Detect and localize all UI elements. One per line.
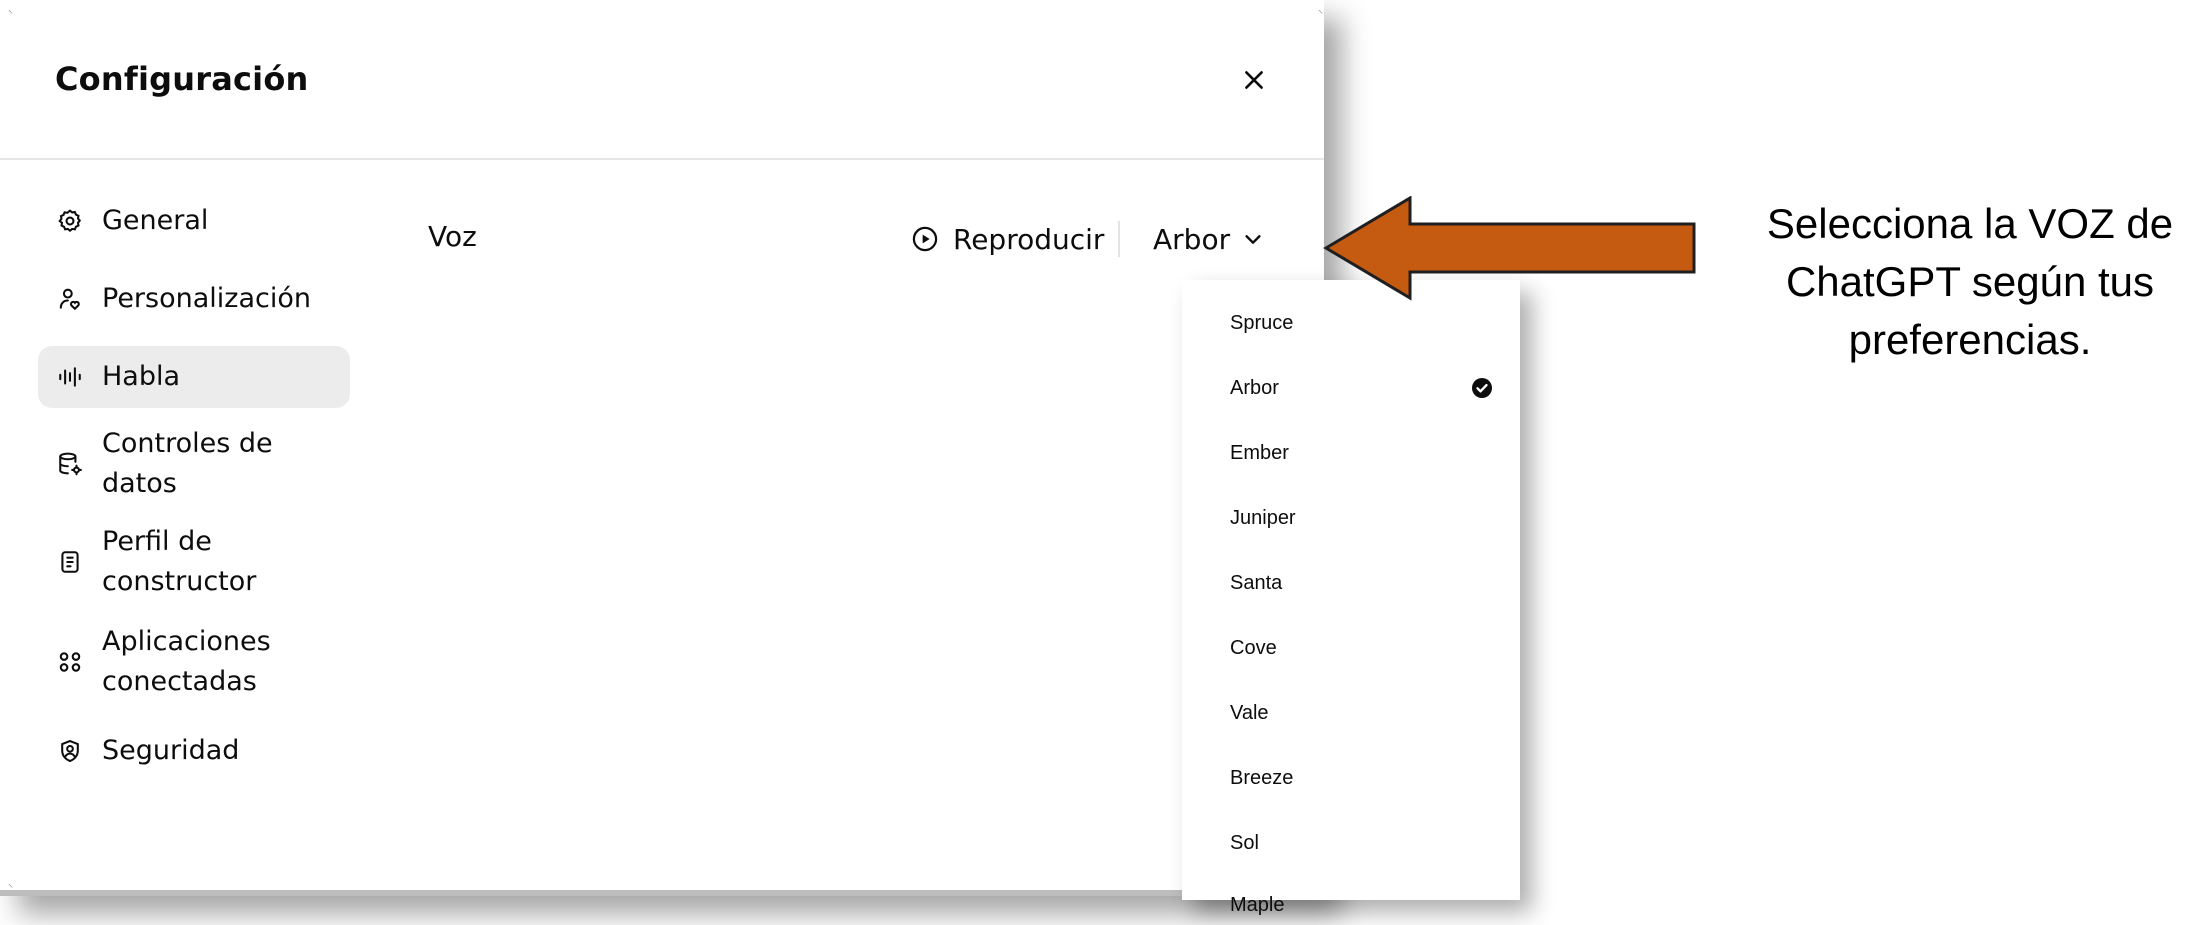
shield-user-icon (56, 737, 84, 765)
voice-option[interactable]: Maple (1230, 885, 1500, 925)
dialog-title: Configuración (55, 60, 309, 98)
sidebar-item-data-controls[interactable]: Controles de datos (38, 424, 350, 504)
play-voice-button[interactable]: Reproducir (911, 215, 1104, 263)
voice-option[interactable]: Santa (1230, 563, 1500, 603)
voice-option[interactable]: Vale (1230, 693, 1500, 733)
voice-option-label: Ember (1230, 441, 1289, 464)
chevron-down-icon (1245, 235, 1261, 244)
check-circle-icon (1472, 378, 1492, 398)
grid-circles-icon (56, 648, 84, 676)
label-line: constructor (102, 566, 257, 597)
settings-dialog: Configuración General Personalización Ha… (0, 0, 1324, 896)
close-icon (1245, 71, 1263, 89)
sidebar-item-label: Perfil de constructor (102, 522, 256, 602)
voice-option[interactable]: Spruce (1230, 303, 1500, 343)
dialog-header: Configuración (0, 0, 1324, 160)
sidebar-item-label: Habla (102, 361, 181, 392)
voice-label: Voz (428, 220, 477, 253)
play-voice-label: Reproducir (953, 222, 1105, 256)
voice-option-label: Sol (1230, 831, 1259, 854)
voice-option-label: Santa (1230, 571, 1283, 594)
divider (1118, 221, 1120, 257)
sidebar-item-speech[interactable]: Habla (38, 346, 350, 408)
voice-dropdown-menu: Spruce Arbor Ember Juniper Santa Cove Va… (1182, 280, 1520, 916)
voice-option-label: Cove (1230, 636, 1277, 659)
voice-option[interactable]: Ember (1230, 433, 1500, 473)
sidebar-item-builder-profile[interactable]: Perfil de constructor (38, 520, 350, 604)
voice-option-label: Vale (1230, 701, 1269, 724)
sidebar-item-label: Controles de datos (102, 428, 273, 499)
label-line: Perfil de (102, 526, 212, 557)
id-card-icon (56, 548, 84, 576)
corner-mark: ⸌ (8, 883, 13, 894)
sidebar-item-connected-apps[interactable]: Aplicaciones conectadas (38, 620, 350, 704)
annotation-arrow (1323, 196, 1696, 301)
sidebar-item-label: Personalización (102, 283, 311, 314)
annotation-text: Selecciona la VOZ de ChatGPT según tus p… (1766, 200, 2174, 363)
label-line: conectadas (102, 666, 257, 697)
sidebar-item-label: Seguridad (102, 735, 240, 766)
play-circle-icon (912, 226, 938, 252)
voice-option-label: Juniper (1230, 506, 1296, 529)
sidebar-item-personalization[interactable]: Personalización (38, 268, 350, 330)
selected-voice: Arbor (1153, 222, 1231, 256)
settings-sidebar: General Personalización Habla Controles … (38, 190, 352, 798)
voice-option[interactable]: Cove (1230, 628, 1500, 668)
label-line: Aplicaciones (102, 626, 271, 657)
voice-option-selected[interactable]: Arbor (1230, 368, 1500, 408)
waveform-icon (56, 363, 84, 391)
voice-select[interactable]: Arbor (1153, 215, 1264, 263)
sidebar-item-label: Aplicaciones conectadas (102, 622, 271, 702)
person-heart-icon (56, 285, 84, 313)
sidebar-item-security[interactable]: Seguridad (38, 720, 350, 782)
voice-option-label: Breeze (1230, 766, 1294, 789)
voice-option[interactable]: Breeze (1230, 758, 1500, 798)
sidebar-item-general[interactable]: General (38, 190, 350, 252)
database-gear-icon (56, 450, 84, 478)
voice-option-label: Arbor (1230, 376, 1279, 399)
voice-option-label: Spruce (1230, 311, 1294, 334)
voice-option-label: Maple (1230, 893, 1285, 916)
voice-option[interactable]: Sol (1230, 823, 1500, 863)
gear-icon (56, 207, 84, 235)
corner-mark: ⸌ (8, 9, 13, 20)
sidebar-item-label: General (102, 205, 209, 236)
voice-option[interactable]: Juniper (1230, 498, 1500, 538)
close-button[interactable] (1232, 58, 1276, 102)
corner-mark: ⸌ (1318, 9, 1323, 20)
